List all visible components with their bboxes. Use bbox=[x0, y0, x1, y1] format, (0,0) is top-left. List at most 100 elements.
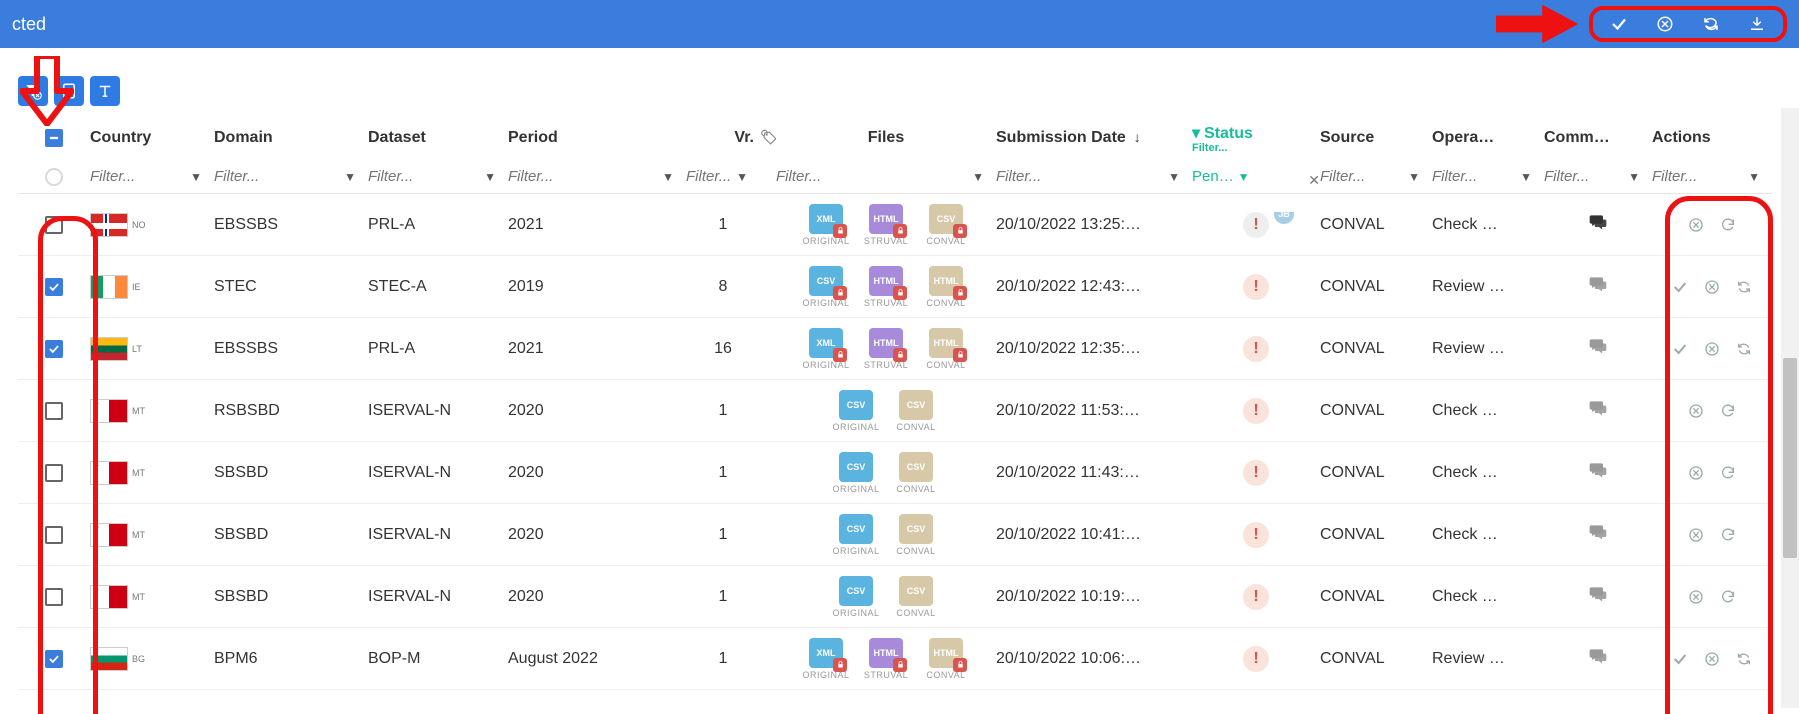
hdr-status[interactable]: ▾Status Filter... bbox=[1192, 123, 1320, 154]
hdr-dataset[interactable]: Dataset bbox=[368, 129, 508, 147]
filter-submission-input[interactable] bbox=[996, 166, 1182, 187]
cell-status[interactable]: ! bbox=[1192, 274, 1320, 300]
bulk-reject-icon[interactable] bbox=[1655, 14, 1675, 34]
row-refresh-icon[interactable] bbox=[1719, 588, 1737, 606]
row-checkbox-cell[interactable] bbox=[18, 340, 90, 358]
scrollbar[interactable] bbox=[1781, 108, 1799, 708]
hdr-operation[interactable]: Opera… bbox=[1432, 129, 1544, 147]
hdr-submission[interactable]: Submission Date ↓ bbox=[996, 129, 1192, 147]
file-badge[interactable]: CSVORIGINAL bbox=[829, 576, 883, 618]
filter-operation-input[interactable] bbox=[1432, 166, 1534, 187]
hdr-tag-icon[interactable]: 🏷 bbox=[760, 129, 776, 147]
filter-actions[interactable]: ▼ bbox=[1652, 166, 1772, 187]
filter-domain[interactable]: ▼ bbox=[214, 166, 368, 187]
file-badge[interactable]: CSVCONVAL bbox=[919, 204, 973, 246]
row-checkbox[interactable] bbox=[45, 464, 63, 482]
filter-dataset[interactable]: ▼ bbox=[368, 166, 508, 187]
filter-files-input[interactable] bbox=[776, 166, 986, 187]
filter-period-input[interactable] bbox=[508, 166, 676, 187]
cell-status[interactable]: ! bbox=[1192, 336, 1320, 362]
row-cancel-icon[interactable] bbox=[1687, 464, 1705, 482]
row-checkbox[interactable] bbox=[45, 278, 63, 296]
row-checkbox-cell[interactable] bbox=[18, 402, 90, 420]
file-badge[interactable]: CSVORIGINAL bbox=[829, 514, 883, 556]
row-cancel-icon[interactable] bbox=[1687, 588, 1705, 606]
cell-comments[interactable] bbox=[1544, 274, 1652, 299]
cell-status[interactable]: ! bbox=[1192, 522, 1320, 548]
file-badge[interactable]: HTMLCONVAL bbox=[919, 266, 973, 308]
file-badge[interactable]: CSVCONVAL bbox=[889, 452, 943, 494]
cell-comments[interactable] bbox=[1544, 522, 1652, 547]
row-check-icon[interactable] bbox=[1671, 650, 1689, 668]
file-badge[interactable]: XMLORIGINAL bbox=[799, 204, 853, 246]
cell-status[interactable]: JB! bbox=[1192, 212, 1320, 238]
row-checkbox[interactable] bbox=[45, 216, 63, 234]
filter-vr[interactable]: ▼ bbox=[686, 166, 760, 187]
hdr-domain[interactable]: Domain bbox=[214, 129, 368, 147]
file-badge[interactable]: CSVCONVAL bbox=[889, 514, 943, 556]
file-badge[interactable]: HTMLSTRUVAL bbox=[859, 638, 913, 680]
cell-comments[interactable] bbox=[1544, 646, 1652, 671]
hdr-vr[interactable]: Vr. bbox=[686, 129, 760, 147]
row-checkbox-cell[interactable] bbox=[18, 650, 90, 668]
filter-files[interactable]: ▼ bbox=[776, 166, 996, 187]
filter-status[interactable]: Pen… ▼ ✕ bbox=[1192, 168, 1320, 185]
row-replay-icon[interactable] bbox=[1735, 650, 1753, 668]
row-replay-icon[interactable] bbox=[1735, 278, 1753, 296]
row-checkbox-cell[interactable] bbox=[18, 526, 90, 544]
cell-comments[interactable] bbox=[1544, 212, 1652, 237]
hdr-comments[interactable]: Comm… bbox=[1544, 129, 1652, 147]
row-check-icon[interactable] bbox=[1671, 340, 1689, 358]
row-cancel-icon[interactable] bbox=[1703, 650, 1721, 668]
row-checkbox[interactable] bbox=[45, 650, 63, 668]
row-cancel-icon[interactable] bbox=[1687, 216, 1705, 234]
filter-country[interactable]: ▼ bbox=[90, 166, 214, 187]
hdr-files[interactable]: Files bbox=[776, 129, 996, 147]
file-badge[interactable]: HTMLSTRUVAL bbox=[859, 266, 913, 308]
row-refresh-icon[interactable] bbox=[1719, 464, 1737, 482]
cell-status[interactable]: ! bbox=[1192, 646, 1320, 672]
filter-period[interactable]: ▼ bbox=[508, 166, 686, 187]
row-refresh-icon[interactable] bbox=[1719, 526, 1737, 544]
file-badge[interactable]: CSVORIGINAL bbox=[829, 452, 883, 494]
file-badge[interactable]: HTMLCONVAL bbox=[919, 328, 973, 370]
file-badge[interactable]: HTMLSTRUVAL bbox=[859, 204, 913, 246]
hdr-period[interactable]: Period bbox=[508, 129, 686, 147]
cell-comments[interactable] bbox=[1544, 460, 1652, 485]
row-cancel-icon[interactable] bbox=[1703, 278, 1721, 296]
file-badge[interactable]: HTMLCONVAL bbox=[919, 638, 973, 680]
cell-comments[interactable] bbox=[1544, 584, 1652, 609]
row-cancel-icon[interactable] bbox=[1703, 340, 1721, 358]
file-badge[interactable]: CSVCONVAL bbox=[889, 576, 943, 618]
row-refresh-icon[interactable] bbox=[1719, 216, 1737, 234]
row-checkbox-cell[interactable] bbox=[18, 216, 90, 234]
filter-operation[interactable]: ▼ bbox=[1432, 166, 1544, 187]
bulk-replay-icon[interactable] bbox=[1701, 14, 1721, 34]
text-mode-button[interactable] bbox=[90, 76, 120, 106]
scroll-thumb[interactable] bbox=[1783, 358, 1797, 558]
file-badge[interactable]: XMLORIGINAL bbox=[799, 638, 853, 680]
cell-status[interactable]: ! bbox=[1192, 460, 1320, 486]
row-checkbox[interactable] bbox=[45, 526, 63, 544]
bulk-download-icon[interactable] bbox=[1747, 14, 1767, 34]
filter-dataset-input[interactable] bbox=[368, 166, 498, 187]
clear-status-filter-icon[interactable]: ✕ bbox=[1308, 172, 1320, 189]
cell-comments[interactable] bbox=[1544, 336, 1652, 361]
header-select-all[interactable] bbox=[18, 129, 90, 147]
bulk-approve-icon[interactable] bbox=[1609, 14, 1629, 34]
row-check-icon[interactable] bbox=[1671, 278, 1689, 296]
file-badge[interactable]: HTMLSTRUVAL bbox=[859, 328, 913, 370]
cell-comments[interactable] bbox=[1544, 398, 1652, 423]
hdr-actions[interactable]: Actions bbox=[1652, 129, 1772, 147]
row-cancel-icon[interactable] bbox=[1687, 402, 1705, 420]
hdr-source[interactable]: Source bbox=[1320, 129, 1432, 147]
hdr-country[interactable]: Country bbox=[90, 129, 214, 147]
filter-country-input[interactable] bbox=[90, 166, 204, 187]
filter-comments[interactable]: ▼ bbox=[1544, 166, 1652, 187]
file-badge[interactable]: CSVCONVAL bbox=[889, 390, 943, 432]
row-checkbox[interactable] bbox=[45, 340, 63, 358]
row-checkbox[interactable] bbox=[45, 402, 63, 420]
row-checkbox-cell[interactable] bbox=[18, 588, 90, 606]
file-badge[interactable]: XMLORIGINAL bbox=[799, 328, 853, 370]
cell-status[interactable]: ! bbox=[1192, 584, 1320, 610]
